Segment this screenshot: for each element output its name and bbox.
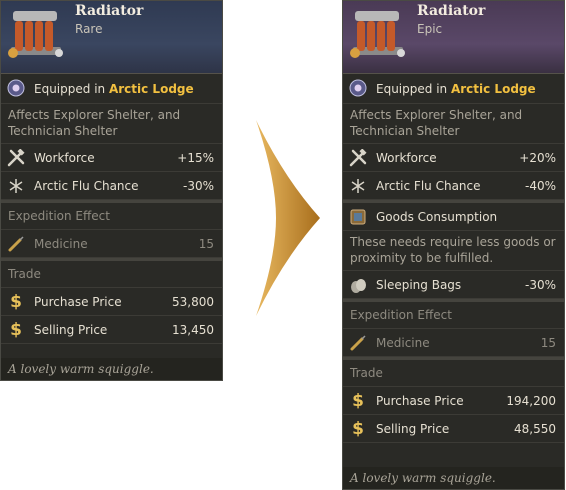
- item-rarity: Epic: [417, 22, 443, 36]
- stat-value: +15%: [177, 151, 214, 165]
- stat-label: Workforce: [34, 151, 95, 165]
- equipped-location: Arctic Lodge: [450, 82, 536, 96]
- trade-value: 53,800: [172, 295, 214, 309]
- stat-row-arctic-flu: Arctic Flu Chance -40%: [343, 172, 564, 200]
- snowflake-icon: [9, 179, 23, 193]
- stat-row-sleeping-bags: Sleeping Bags -30%: [343, 271, 564, 299]
- syringe-icon: [8, 236, 24, 252]
- radiator-icon: [8, 11, 63, 58]
- stat-value: -30%: [524, 278, 556, 292]
- trade-label: Purchase Price: [34, 295, 122, 309]
- stat-label: Sleeping Bags: [376, 278, 462, 292]
- hammer-wrench-icon: [7, 149, 25, 167]
- lodge-badge-icon: [349, 79, 367, 97]
- goods-consumption-row: Goods Consumption: [343, 203, 564, 231]
- tooltip-header: Radiator Rare: [1, 1, 222, 74]
- affects-text: Affects Explorer Shelter, and Technician…: [343, 104, 564, 144]
- equipped-prefix: Equipped in: [34, 82, 106, 96]
- item-title: Radiator: [417, 3, 486, 19]
- trade-row-purchase: $ Purchase Price 53,800: [1, 288, 222, 316]
- expedition-label: Medicine: [34, 237, 88, 251]
- expedition-label: Medicine: [376, 336, 430, 350]
- trade-value: 48,550: [514, 422, 556, 436]
- stat-label: Arctic Flu Chance: [376, 179, 481, 193]
- expedition-header: Expedition Effect: [1, 203, 222, 230]
- equipped-prefix: Equipped in: [376, 82, 448, 96]
- tooltip-header: Radiator Epic: [343, 1, 564, 74]
- hammer-wrench-icon: [349, 149, 367, 167]
- trade-value: 13,450: [172, 323, 214, 337]
- stat-row-workforce: Workforce +20%: [343, 144, 564, 172]
- trade-header: Trade: [343, 360, 564, 387]
- goods-description: These needs require less goods or proxim…: [343, 231, 564, 271]
- item-tooltip-epic: Radiator Epic Equipped in Arctic Lodge A…: [342, 0, 565, 490]
- trade-label: Purchase Price: [376, 394, 464, 408]
- trade-row-purchase: $ Purchase Price 194,200: [343, 387, 564, 415]
- affects-text: Affects Explorer Shelter, and Technician…: [1, 104, 222, 144]
- goods-label: Goods Consumption: [376, 210, 498, 224]
- snowflake-icon: [351, 179, 365, 193]
- item-tooltip-rare: Radiator Rare Equipped in Arctic Lodge A…: [0, 0, 223, 381]
- stat-value: +20%: [519, 151, 556, 165]
- flavor-text: A lovely warm squiggle.: [1, 358, 222, 380]
- trade-row-selling: $ Selling Price 13,450: [1, 316, 222, 344]
- stat-value: -40%: [524, 179, 556, 193]
- item-title: Radiator: [75, 3, 144, 19]
- equipped-row: Equipped in Arctic Lodge: [1, 74, 222, 104]
- dollar-icon: $: [352, 391, 364, 411]
- dollar-icon: $: [10, 292, 22, 312]
- stat-row-arctic-flu: Arctic Flu Chance -30%: [1, 172, 222, 200]
- equipped-row: Equipped in Arctic Lodge: [343, 74, 564, 104]
- crate-icon: [350, 209, 366, 225]
- expedition-value: 15: [540, 336, 556, 350]
- dollar-icon: $: [352, 419, 364, 439]
- expedition-row-medicine: Medicine 15: [343, 329, 564, 357]
- upgrade-arrow-icon: [256, 120, 320, 316]
- item-rarity: Rare: [75, 22, 103, 36]
- expedition-value: 15: [198, 237, 214, 251]
- radiator-icon: [350, 11, 405, 58]
- trade-header: Trade: [1, 261, 222, 288]
- syringe-icon: [350, 335, 366, 351]
- flavor-text: A lovely warm squiggle.: [343, 467, 564, 489]
- trade-row-selling: $ Selling Price 48,550: [343, 415, 564, 443]
- sleeping-bags-icon: [351, 279, 366, 293]
- trade-label: Selling Price: [34, 323, 108, 337]
- dollar-icon: $: [10, 320, 22, 340]
- trade-label: Selling Price: [376, 422, 450, 436]
- stat-value: -30%: [182, 179, 214, 193]
- expedition-row-medicine: Medicine 15: [1, 230, 222, 258]
- expedition-header: Expedition Effect: [343, 302, 564, 329]
- equipped-location: Arctic Lodge: [108, 82, 194, 96]
- trade-value: 194,200: [506, 394, 556, 408]
- lodge-badge-icon: [7, 79, 25, 97]
- stat-label: Workforce: [376, 151, 437, 165]
- stat-label: Arctic Flu Chance: [34, 179, 139, 193]
- stat-row-workforce: Workforce +15%: [1, 144, 222, 172]
